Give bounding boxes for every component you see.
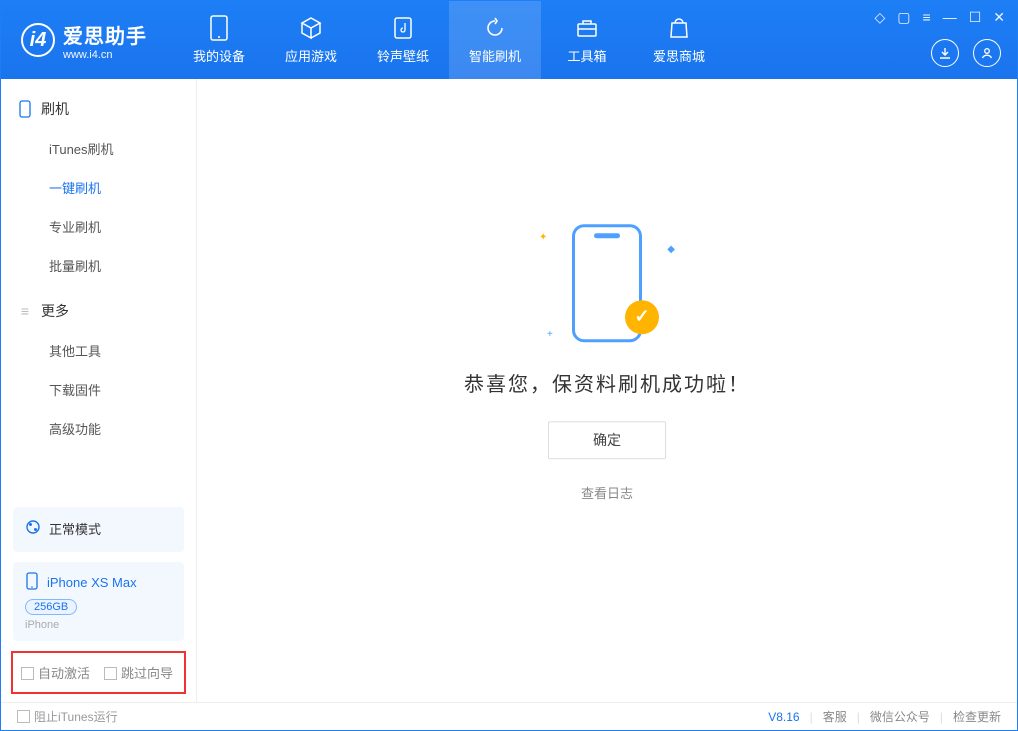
nav-label: 爱思商城 — [653, 46, 705, 65]
sidebar-item-batch[interactable]: 批量刷机 — [1, 246, 196, 285]
bag-icon — [667, 16, 691, 40]
nav-tab-apps[interactable]: 应用游戏 — [265, 1, 357, 79]
app-title: 爱思助手 — [63, 20, 147, 49]
shirt-icon[interactable]: ◇ — [875, 9, 886, 26]
nav-tab-toolbox[interactable]: 工具箱 — [541, 1, 633, 79]
nav-label: 工具箱 — [567, 46, 606, 65]
success-panel: ✦ ◆ + ✓ 恭喜您，保资料刷机成功啦！ 确定 查看日志 — [464, 224, 750, 502]
version-label: V8.16 — [768, 710, 799, 724]
nav-label: 应用游戏 — [285, 46, 337, 65]
sidebar-item-oneclick[interactable]: 一键刷机 — [1, 168, 196, 207]
nav-label: 铃声壁纸 — [377, 46, 429, 65]
sidebar-item-other[interactable]: 其他工具 — [1, 331, 196, 370]
device-icon — [207, 16, 231, 40]
nav-tab-device[interactable]: 我的设备 — [173, 1, 265, 79]
footer-link-wechat[interactable]: 微信公众号 — [870, 708, 930, 725]
footer-link-update[interactable]: 检查更新 — [953, 708, 1001, 725]
sparkle-icon: ✦ — [539, 232, 547, 243]
block-itunes-checkbox[interactable]: 阻止iTunes运行 — [17, 708, 118, 725]
checkbox-icon — [21, 667, 34, 680]
sidebar-section-flash: 刷机 iTunes刷机 一键刷机 专业刷机 批量刷机 — [1, 89, 196, 285]
device-panel[interactable]: iPhone XS Max 256GB iPhone — [13, 562, 184, 641]
refresh-icon — [483, 16, 507, 40]
sparkle-icon: ◆ — [667, 244, 675, 255]
sidebar: 刷机 iTunes刷机 一键刷机 专业刷机 批量刷机 ≡ 更多 其他工具 下载固… — [1, 79, 197, 702]
device-type: iPhone — [25, 619, 172, 631]
nav-label: 我的设备 — [193, 46, 245, 65]
mode-icon — [25, 519, 41, 538]
sidebar-item-pro[interactable]: 专业刷机 — [1, 207, 196, 246]
footer-link-support[interactable]: 客服 — [823, 708, 847, 725]
footer-right: V8.16 | 客服 | 微信公众号 | 检查更新 — [768, 708, 1001, 725]
toolbox-icon — [575, 16, 599, 40]
cube-icon — [299, 16, 323, 40]
sidebar-item-firmware[interactable]: 下载固件 — [1, 370, 196, 409]
app-header: i4 爱思助手 www.i4.cn 我的设备 应用游戏 铃声壁纸 智能刷机 工具… — [1, 1, 1017, 79]
section-title: 刷机 — [41, 99, 69, 119]
maximize-button[interactable]: ☐ — [969, 9, 982, 26]
auto-activate-checkbox[interactable]: 自动激活 — [21, 663, 90, 682]
sidebar-section-header: ≡ 更多 — [1, 291, 196, 331]
nav-tabs: 我的设备 应用游戏 铃声壁纸 智能刷机 工具箱 爱思商城 — [173, 1, 725, 79]
skip-guide-checkbox[interactable]: 跳过向导 — [104, 663, 173, 682]
sidebar-scroll: 刷机 iTunes刷机 一键刷机 专业刷机 批量刷机 ≡ 更多 其他工具 下载固… — [1, 79, 196, 507]
close-button[interactable]: ✕ — [993, 9, 1005, 26]
user-icon[interactable] — [973, 39, 1001, 67]
check-badge-icon: ✓ — [625, 300, 659, 334]
minimize-button[interactable]: — — [943, 9, 957, 26]
footer-left: 阻止iTunes运行 — [17, 708, 118, 725]
feedback-icon[interactable]: ▢ — [897, 9, 910, 26]
nav-tab-flash[interactable]: 智能刷机 — [449, 1, 541, 79]
sparkle-icon: + — [547, 329, 553, 340]
checkbox-icon — [104, 667, 117, 680]
view-log-link[interactable]: 查看日志 — [581, 483, 633, 502]
success-message: 恭喜您，保资料刷机成功啦！ — [464, 368, 750, 397]
logo-icon: i4 — [21, 23, 55, 57]
ok-button[interactable]: 确定 — [548, 421, 666, 459]
success-illustration: ✦ ◆ + ✓ — [537, 224, 677, 344]
phone-flash-icon — [17, 101, 33, 117]
music-icon — [391, 16, 415, 40]
device-small-icon — [25, 572, 39, 593]
app-subtitle: www.i4.cn — [63, 49, 147, 61]
nav-tab-ringtones[interactable]: 铃声壁纸 — [357, 1, 449, 79]
mode-label: 正常模式 — [49, 519, 101, 538]
list-icon: ≡ — [17, 303, 33, 319]
download-icon[interactable] — [931, 39, 959, 67]
sidebar-item-advanced[interactable]: 高级功能 — [1, 409, 196, 448]
sidebar-item-itunes[interactable]: iTunes刷机 — [1, 129, 196, 168]
main-content: ✦ ◆ + ✓ 恭喜您，保资料刷机成功啦！ 确定 查看日志 — [197, 79, 1017, 702]
device-name: iPhone XS Max — [47, 575, 137, 590]
nav-label: 智能刷机 — [469, 46, 521, 65]
checkbox-icon — [17, 710, 30, 723]
section-title: 更多 — [41, 301, 69, 321]
body-area: 刷机 iTunes刷机 一键刷机 专业刷机 批量刷机 ≡ 更多 其他工具 下载固… — [1, 79, 1017, 702]
footer: 阻止iTunes运行 V8.16 | 客服 | 微信公众号 | 检查更新 — [1, 702, 1017, 730]
logo-area: i4 爱思助手 www.i4.cn — [1, 20, 167, 61]
menu-icon[interactable]: ≡ — [923, 9, 931, 26]
header-right-icons — [931, 39, 1001, 67]
logo-text: 爱思助手 www.i4.cn — [63, 20, 147, 61]
capacity-badge: 256GB — [25, 599, 77, 615]
mode-panel[interactable]: 正常模式 — [13, 507, 184, 552]
sidebar-section-more: ≡ 更多 其他工具 下载固件 高级功能 — [1, 291, 196, 448]
activation-options-box: 自动激活 跳过向导 — [11, 651, 186, 694]
sidebar-section-header: 刷机 — [1, 89, 196, 129]
nav-tab-store[interactable]: 爱思商城 — [633, 1, 725, 79]
window-controls: ◇ ▢ ≡ — ☐ ✕ — [875, 9, 1005, 26]
